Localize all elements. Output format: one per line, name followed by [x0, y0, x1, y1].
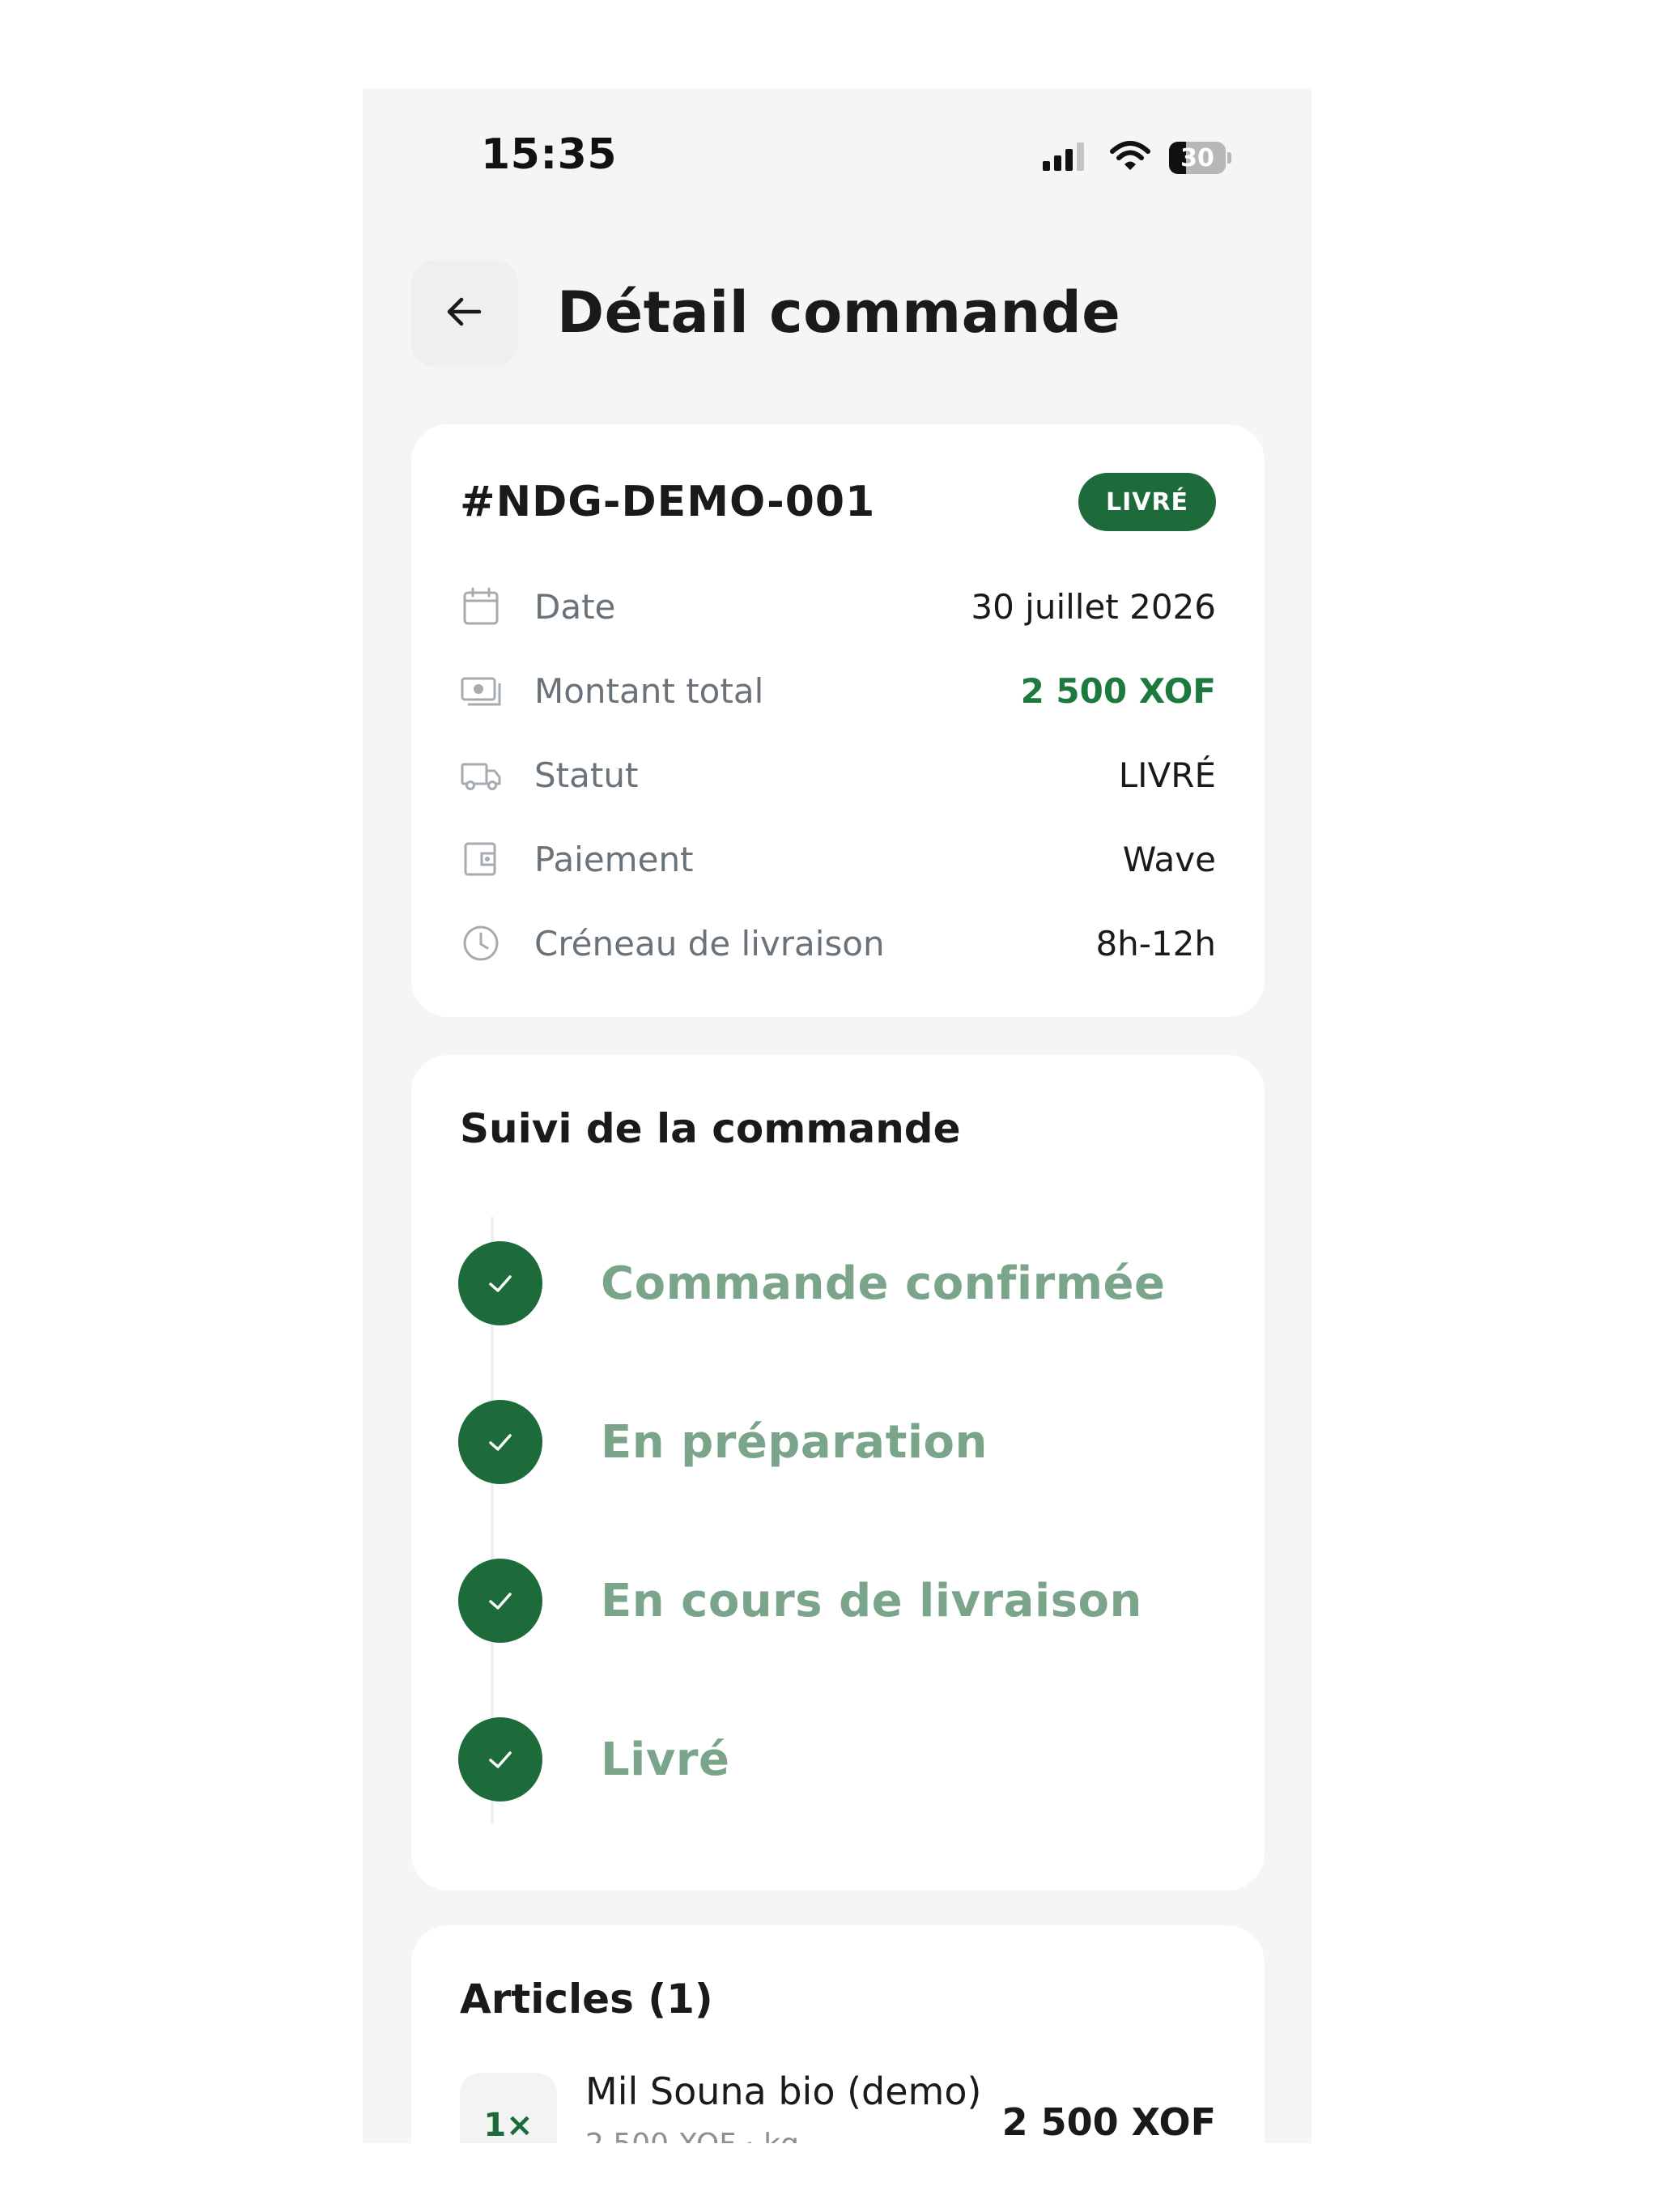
battery-tip — [1227, 152, 1231, 164]
check-icon — [458, 1717, 542, 1802]
battery-level: 30 — [1180, 143, 1214, 172]
cellular-signal-icon — [1041, 140, 1091, 176]
info-row-status: Statut LIVRÉ — [460, 747, 1216, 803]
battery-icon: 30 — [1169, 142, 1232, 174]
tracking-step: Livré — [458, 1717, 729, 1802]
check-icon — [458, 1559, 542, 1643]
step-label: Commande confirmée — [601, 1257, 1166, 1310]
step-label: Livré — [601, 1733, 730, 1786]
truck-icon — [460, 754, 502, 796]
info-value-payment: Wave — [1122, 839, 1216, 879]
info-value-slot: 8h-12h — [1095, 923, 1216, 963]
calendar-icon — [460, 585, 502, 627]
clock-icon — [460, 922, 502, 964]
status-badge: LIVRÉ — [1078, 473, 1216, 531]
battery-body: 30 — [1169, 142, 1226, 174]
info-row-total: Montant total 2 500 XOF — [460, 662, 1216, 719]
order-info-card: #NDG-DEMO-001 LIVRÉ Date 30 juillet 2026 — [411, 424, 1265, 1017]
tracking-title: Suivi de la commande — [460, 1105, 961, 1152]
tracking-step: En cours de livraison — [458, 1559, 1142, 1643]
info-label: Paiement — [534, 839, 694, 879]
article-price: 2 500 XOF — [1001, 2100, 1216, 2143]
arrow-left-icon — [442, 289, 487, 338]
info-row-payment: Paiement Wave — [460, 831, 1216, 887]
article-quantity: 1× — [460, 2073, 557, 2143]
order-id: #NDG-DEMO-001 — [460, 478, 876, 526]
check-icon — [458, 1400, 542, 1484]
article-name: Mil Souna bio (demo) — [585, 2069, 982, 2113]
info-row-slot: Créneau de livraison 8h-12h — [460, 915, 1216, 972]
articles-title: Articles (1) — [460, 1976, 713, 2023]
info-value-status: LIVRÉ — [1118, 755, 1216, 795]
tracking-step: En préparation — [458, 1400, 988, 1484]
wallet-icon — [460, 838, 502, 880]
article-unit-price: 2 500 XOF · kg — [585, 2128, 799, 2143]
status-icons: 30 — [1041, 138, 1232, 177]
status-time: 15:35 — [481, 130, 618, 179]
step-label: En cours de livraison — [601, 1574, 1142, 1627]
info-row-date: Date 30 juillet 2026 — [460, 578, 1216, 635]
wifi-icon — [1109, 140, 1151, 176]
info-label: Montant total — [534, 670, 764, 711]
step-label: En préparation — [601, 1415, 988, 1469]
info-label: Date — [534, 586, 616, 627]
info-value-total: 2 500 XOF — [1020, 670, 1216, 711]
back-button[interactable] — [411, 260, 518, 367]
articles-card: Articles (1) 1× Mil Souna bio (demo) 2 5… — [411, 1925, 1265, 2143]
phone-screen: 15:35 30 Détail commande #NDG-DEMO-001 L… — [363, 88, 1312, 2143]
info-value-date: 30 juillet 2026 — [971, 586, 1216, 627]
info-label: Statut — [534, 755, 639, 795]
tracking-card: Suivi de la commande Commande confirmée … — [411, 1055, 1265, 1891]
page-title: Détail commande — [557, 279, 1121, 346]
tracking-step: Commande confirmée — [458, 1241, 1166, 1325]
money-icon — [460, 670, 502, 712]
status-bar: 15:35 30 — [363, 88, 1312, 226]
check-icon — [458, 1241, 542, 1325]
info-label: Créneau de livraison — [534, 923, 885, 963]
